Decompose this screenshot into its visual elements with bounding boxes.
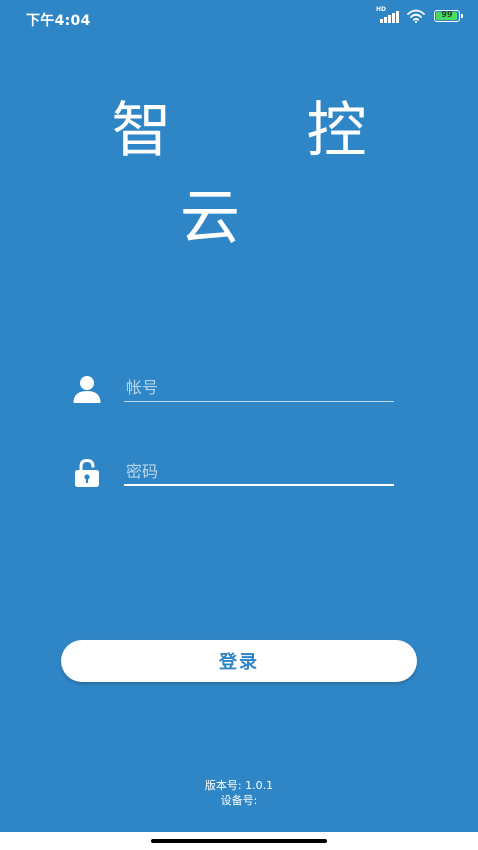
device-line: 设备号: [0, 793, 478, 808]
login-button[interactable]: 登录 [61, 640, 417, 682]
wifi-icon [407, 9, 425, 23]
status-bar: 下午4:04 HD 99 [0, 0, 478, 34]
home-indicator[interactable] [151, 839, 327, 843]
footer: 版本号: 1.0.1 设备号: [0, 778, 478, 808]
device-separator: : [253, 794, 258, 807]
battery-level: 99 [441, 10, 453, 19]
account-input[interactable] [124, 374, 394, 402]
unlocked-padlock-icon [75, 458, 99, 487]
password-row [72, 454, 394, 494]
version-value: 1.0.1 [245, 779, 274, 792]
signal-icon: HD [376, 6, 399, 23]
version-line: 版本号: 1.0.1 [0, 778, 478, 793]
account-row [72, 370, 394, 410]
device-label: 设备号 [220, 794, 254, 807]
battery-icon: 99 [434, 10, 463, 22]
version-label: 版本号 [204, 779, 238, 792]
login-screen: 下午4:04 HD 99 智 控 云 帐号 登录 版本号: 1.0.1 设备号: [0, 0, 478, 832]
password-input[interactable] [124, 458, 394, 486]
app-title: 智 控 云 [111, 96, 425, 253]
status-time: 下午4:04 [26, 13, 91, 29]
version-separator: : [237, 779, 246, 792]
status-icons: HD 99 [376, 6, 463, 23]
user-icon [73, 376, 101, 403]
